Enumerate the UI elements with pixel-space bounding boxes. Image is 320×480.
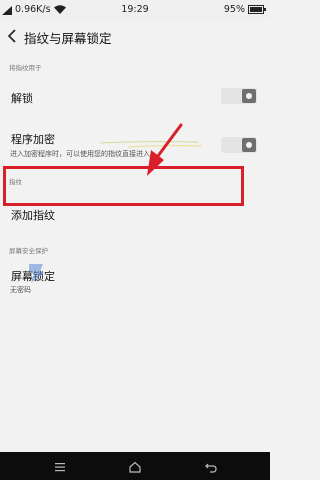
app-lock-label: 程序加密 — [11, 133, 55, 146]
page-title: 指纹与屏幕锁定 — [24, 31, 112, 46]
back-arrow-icon[interactable] — [4, 27, 22, 45]
back-icon[interactable] — [204, 459, 218, 473]
section-label-screen-security: 屏幕安全保护 — [9, 247, 48, 255]
highlight-box — [3, 166, 244, 206]
battery-icon — [248, 5, 266, 14]
app-header: 指纹与屏幕锁定 — [0, 20, 270, 54]
annotation-arrow — [147, 123, 183, 176]
home-icon[interactable] — [128, 459, 142, 473]
unlock-toggle[interactable] — [221, 88, 257, 104]
toggle-knob — [242, 138, 256, 152]
add-fingerprint-label: 添加指纹 — [11, 209, 55, 222]
nav-bar — [0, 452, 270, 480]
status-bar: 0.96K/s 19:29 95% — [0, 0, 270, 20]
unlock-label: 解锁 — [11, 92, 33, 105]
section-label-fingerprint-usage: 将指纹用于 — [9, 64, 42, 72]
watermark-logo — [29, 264, 44, 283]
battery-percent: 95% — [223, 4, 245, 15]
screen-lock-value: 无密码 — [10, 286, 31, 294]
app-lock-toggle[interactable] — [221, 137, 257, 153]
stray-mark — [99, 141, 203, 148]
menu-icon[interactable] — [53, 459, 67, 473]
status-right: 95% — [224, 4, 266, 15]
toggle-knob — [242, 89, 256, 103]
